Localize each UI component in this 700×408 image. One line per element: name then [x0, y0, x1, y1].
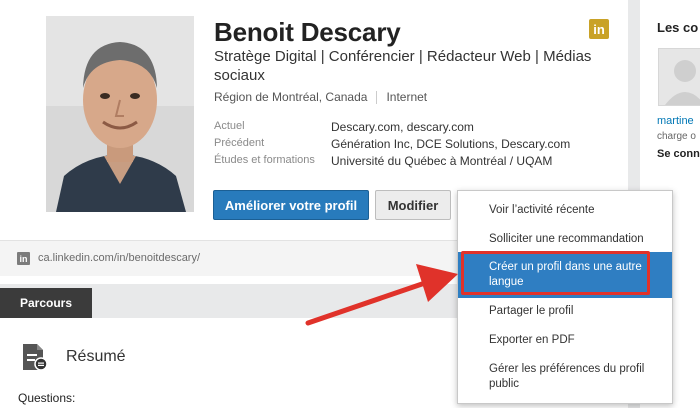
annotation-highlight-box	[461, 251, 650, 295]
menu-item-public-profile-preferences[interactable]: Gérer les préférences du profil public	[458, 362, 672, 392]
edit-button[interactable]: Modifier	[375, 190, 451, 220]
person-title: charge o	[657, 131, 696, 142]
public-profile-url[interactable]: ca.linkedin.com/in/benoitdescary/	[38, 252, 200, 264]
info-row-education: Études et formations Université du Québe…	[214, 154, 552, 168]
info-value[interactable]: Génération Inc, DCE Solutions, Descary.c…	[331, 137, 570, 151]
info-value[interactable]: Descary.com, descary.com	[331, 120, 474, 134]
info-row-current: Actuel Descary.com, descary.com	[214, 120, 474, 134]
profile-photo[interactable]	[46, 16, 194, 212]
tab-parcours[interactable]: Parcours	[0, 288, 92, 318]
menu-item-share-profile[interactable]: Partager le profil	[458, 304, 672, 319]
linkedin-icon: in	[17, 252, 30, 265]
info-value[interactable]: Université du Québec à Montréal / UQAM	[331, 154, 552, 168]
improve-profile-button[interactable]: Améliorer votre profil	[213, 190, 369, 220]
panel-title: Les co	[657, 20, 699, 35]
connect-link[interactable]: Se conn	[657, 148, 700, 160]
info-label: Précédent	[214, 137, 265, 149]
info-label: Études et formations	[214, 154, 315, 166]
menu-item-request-recommendation[interactable]: Solliciter une recommandation	[458, 232, 672, 247]
linkedin-premium-icon: in	[589, 19, 609, 39]
profile-headline: Stratège Digital | Conférencier | Rédact…	[214, 48, 592, 84]
document-icon	[19, 342, 49, 372]
menu-item-export-pdf[interactable]: Exporter en PDF	[458, 333, 672, 348]
separator	[376, 90, 378, 104]
location-link[interactable]: Région de Montréal, Canada	[214, 90, 367, 104]
info-row-previous: Précédent Génération Inc, DCE Solutions,…	[214, 137, 570, 151]
annotation-arrow-icon	[305, 264, 458, 326]
profile-name: Benoit Descary	[214, 17, 401, 47]
profile-actions-menu: Voir l’activité récente Solliciter une r…	[457, 190, 673, 404]
section-title: Résumé	[66, 348, 126, 365]
location-row: Région de Montréal, Canada Internet	[214, 90, 427, 104]
summary-text: Questions:	[18, 391, 76, 405]
industry-link[interactable]: Internet	[386, 90, 427, 104]
menu-item-view-activity[interactable]: Voir l’activité récente	[458, 203, 672, 218]
person-name-link[interactable]: martine	[657, 115, 694, 127]
avatar[interactable]	[658, 48, 700, 106]
info-label: Actuel	[214, 120, 245, 132]
